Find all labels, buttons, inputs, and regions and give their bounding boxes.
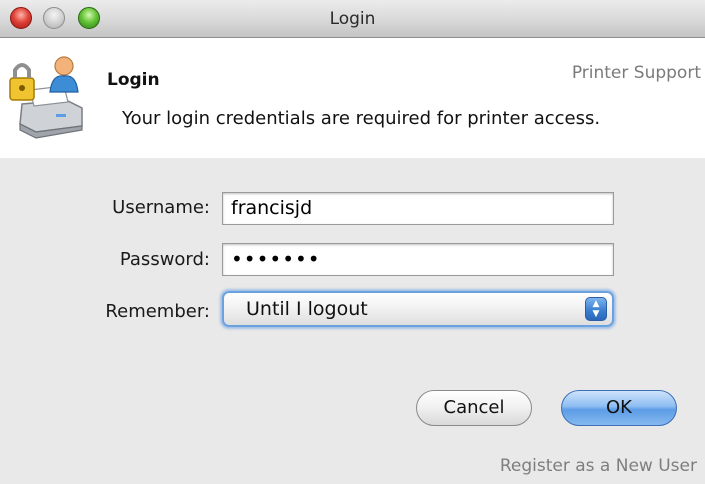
header-brand: Printer Support: [571, 63, 701, 83]
title-bar[interactable]: Login: [0, 0, 705, 38]
window-title: Login: [329, 9, 376, 29]
up-down-arrows-icon: ▲ ▼: [585, 297, 607, 321]
username-field[interactable]: francisjd: [222, 192, 614, 225]
header-title: Login: [107, 70, 160, 90]
printer-lock-user-icon: [9, 56, 83, 139]
remember-select[interactable]: Until I logout ▲ ▼: [222, 291, 614, 327]
cancel-button[interactable]: Cancel: [416, 390, 532, 426]
remember-label: Remember:: [105, 301, 210, 322]
password-field[interactable]: •••••••: [222, 243, 614, 276]
username-label: Username:: [112, 197, 210, 218]
ok-button[interactable]: OK: [561, 390, 677, 426]
login-window: Login Login Printer Support Your login c…: [0, 0, 705, 484]
password-label: Password:: [119, 249, 210, 270]
dialog-header: Login Printer Support Your login credent…: [0, 38, 705, 158]
header-description: Your login credentials are required for …: [122, 108, 601, 129]
register-link[interactable]: Register as a New User: [500, 456, 697, 476]
remember-select-value: Until I logout: [246, 298, 368, 320]
